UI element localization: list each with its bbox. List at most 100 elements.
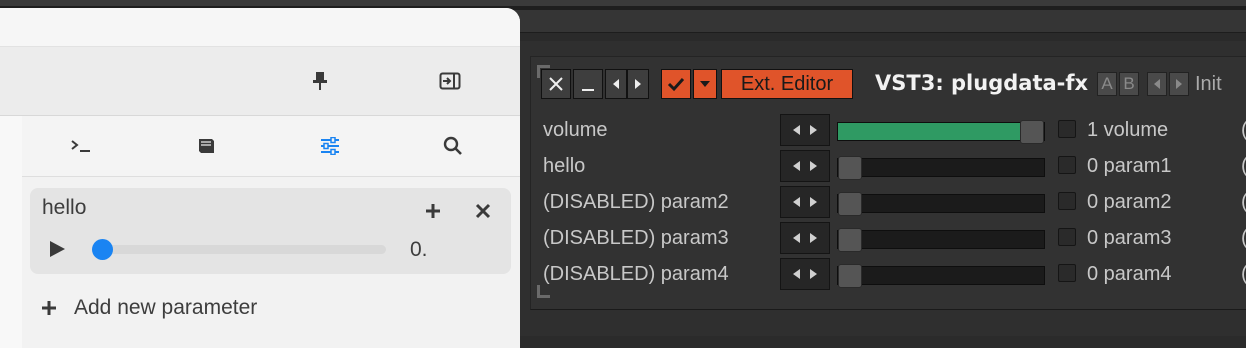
parameter-extra-cutoff: (	[1241, 191, 1246, 214]
triangle-right-icon	[635, 79, 641, 89]
triangle-right-icon[interactable]	[809, 232, 818, 244]
parameter-step-buttons[interactable]	[780, 258, 830, 290]
triangle-left-icon	[1154, 79, 1160, 89]
parameter-value: 0 param4	[1087, 263, 1172, 285]
plugin-enable-button[interactable]	[661, 69, 691, 99]
parameter-slider[interactable]	[837, 264, 1045, 288]
external-editor-button[interactable]: Ext. Editor	[721, 69, 853, 99]
triangle-right-icon[interactable]	[809, 196, 818, 208]
exit-panel-icon[interactable]	[435, 66, 465, 96]
checkmark-icon	[667, 77, 685, 92]
parameter-row: (DISABLED) param2 0 param2 (	[531, 185, 1246, 219]
parameter-extra-cutoff: (	[1241, 155, 1246, 178]
parameter-extra-cutoff: (	[1241, 119, 1246, 142]
parameter-slider-knob[interactable]	[838, 264, 862, 288]
parameter-step-buttons[interactable]	[780, 114, 830, 146]
previous-plugin-button[interactable]	[605, 69, 627, 99]
plus-icon	[38, 297, 60, 319]
parameter-name[interactable]: hello	[42, 196, 86, 220]
tab-search[interactable]	[435, 131, 471, 161]
plugdata-titlebar	[0, 8, 520, 47]
terminal-icon	[71, 140, 90, 152]
parameter-label: (DISABLED) param2	[543, 191, 729, 213]
next-plugin-button[interactable]	[627, 69, 649, 99]
parameter-extra-cutoff: (	[1241, 263, 1246, 286]
parameter-slider[interactable]	[837, 192, 1045, 216]
add-parameter-label: Add new parameter	[74, 296, 258, 319]
sliders-icon	[321, 137, 339, 155]
parameter-row: (DISABLED) param3 0 param3 (	[531, 221, 1246, 255]
tab-parameters[interactable]	[312, 131, 348, 161]
parameter-checkbox[interactable]	[1058, 120, 1076, 138]
minimize-icon	[582, 89, 594, 91]
tab-documentation[interactable]	[188, 131, 224, 161]
parameter-step-buttons[interactable]	[780, 150, 830, 182]
pin-icon[interactable]	[305, 66, 335, 96]
parameter-value: 0 param2	[1087, 191, 1172, 213]
plugdata-toolbar	[0, 47, 520, 116]
parameter-slider-track[interactable]	[92, 245, 386, 254]
parameter-value: 1 volume	[1087, 119, 1169, 141]
search-icon	[443, 136, 462, 155]
parameter-step-buttons[interactable]	[780, 186, 830, 218]
parameter-row: volume 1 volume (	[531, 113, 1246, 147]
parameter-step-buttons[interactable]	[780, 222, 830, 254]
triangle-left-icon[interactable]	[792, 232, 801, 244]
add-parameter-button[interactable]: Add new parameter	[38, 288, 257, 328]
parameter-row: (DISABLED) param4 0 param4 (	[531, 257, 1246, 291]
parameter-row: hello 0 param1 (	[531, 149, 1246, 183]
parameter-slider-knob[interactable]	[838, 228, 862, 252]
previous-preset-button[interactable]	[1147, 72, 1167, 96]
parameter-checkbox[interactable]	[1058, 156, 1076, 174]
parameter-slider[interactable]	[837, 120, 1045, 144]
triangle-left-icon[interactable]	[792, 268, 801, 280]
chevron-down-icon	[700, 81, 710, 87]
parameter-label: volume	[543, 119, 608, 141]
plus-icon[interactable]	[420, 198, 446, 224]
parameter-slider-knob[interactable]	[1020, 120, 1044, 144]
book-icon	[199, 139, 214, 153]
next-preset-button[interactable]	[1169, 72, 1189, 96]
triangle-right-icon[interactable]	[809, 160, 818, 172]
preset-name[interactable]: Init	[1195, 73, 1222, 96]
parameter-slider[interactable]	[837, 156, 1045, 180]
plugdata-window: hello 0. Add new parameter	[0, 8, 520, 348]
plugin-options-dropdown[interactable]	[693, 69, 717, 99]
close-icon[interactable]	[470, 198, 496, 224]
triangle-right-icon	[1176, 79, 1182, 89]
sidebar-tabs	[22, 116, 520, 177]
preset-b-button[interactable]: B	[1119, 72, 1139, 96]
parameter-checkbox[interactable]	[1058, 192, 1076, 210]
parameter-value: 0.	[410, 238, 428, 261]
vst-generic-editor: Ext. Editor VST3: plugdata-fx A B Init v…	[530, 56, 1246, 310]
triangle-right-icon[interactable]	[809, 268, 818, 280]
close-editor-button[interactable]	[541, 69, 571, 99]
triangle-left-icon[interactable]	[792, 160, 801, 172]
triangle-left-icon[interactable]	[792, 124, 801, 136]
parameter-label: (DISABLED) param4	[543, 263, 729, 285]
triangle-left-icon[interactable]	[792, 196, 801, 208]
parameter-slider[interactable]	[837, 228, 1045, 252]
preset-a-button[interactable]: A	[1097, 72, 1117, 96]
plugin-title: VST3: plugdata-fx	[875, 71, 1089, 95]
parameter-slider-knob[interactable]	[92, 239, 113, 260]
parameter-slider-knob[interactable]	[838, 192, 862, 216]
tab-console[interactable]	[63, 131, 99, 161]
parameter-label: hello	[543, 155, 586, 177]
parameter-slider-fill	[838, 123, 1032, 140]
parameter-card: hello 0.	[30, 188, 511, 274]
triangle-right-icon[interactable]	[809, 124, 818, 136]
parameter-label: (DISABLED) param3	[543, 227, 729, 249]
minimize-editor-button[interactable]	[573, 69, 603, 99]
patch-canvas-edge	[0, 116, 23, 348]
triangle-left-icon	[613, 79, 619, 89]
parameter-checkbox[interactable]	[1058, 228, 1076, 246]
parameter-value: 0 param3	[1087, 227, 1172, 249]
parameter-value: 0 param1	[1087, 155, 1172, 177]
parameter-checkbox[interactable]	[1058, 264, 1076, 282]
parameter-slider-knob[interactable]	[838, 156, 862, 180]
play-icon[interactable]	[46, 238, 68, 260]
sidebar: hello 0. Add new parameter	[22, 116, 520, 348]
close-icon	[549, 77, 563, 91]
parameter-extra-cutoff: (	[1241, 227, 1246, 250]
